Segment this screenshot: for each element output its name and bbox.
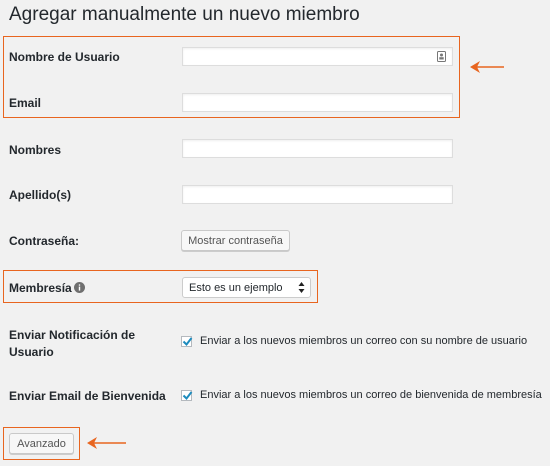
welcome-email-checkbox-label[interactable]: Enviar a los nuevos miembros un correo d… [200, 388, 542, 402]
welcome-email-checkbox[interactable] [181, 390, 193, 401]
select-arrows-icon [298, 282, 305, 293]
annotation-arrow-credentials [470, 61, 504, 73]
notify-user-label-line2: Usuario [9, 345, 54, 359]
contact-card-icon[interactable] [437, 51, 446, 62]
last-name-label: Apellido(s) [9, 188, 71, 202]
notify-user-checkbox-label[interactable]: Enviar a los nuevos miembros un correo c… [200, 334, 527, 348]
email-input[interactable] [182, 93, 453, 112]
membership-selected-value: Esto es un ejemplo [189, 281, 283, 294]
first-name-input[interactable] [182, 139, 453, 158]
notify-user-checkbox[interactable] [181, 336, 193, 347]
email-label: Email [9, 96, 42, 110]
last-name-input[interactable] [182, 185, 453, 204]
annotation-arrow-submit [87, 437, 126, 449]
welcome-email-label: Enviar Email de Bienvenida [9, 389, 166, 403]
membership-select[interactable]: Esto es un ejemplo [182, 277, 311, 298]
submit-button[interactable]: Avanzado [9, 433, 74, 454]
checkmark-icon [182, 391, 193, 401]
info-icon[interactable] [74, 282, 85, 293]
checkmark-icon [182, 337, 193, 347]
notify-user-label: Enviar Notificación de Usuario [9, 327, 135, 361]
page-title: Agregar manualmente un nuevo miembro [9, 4, 360, 25]
username-input[interactable] [182, 47, 453, 66]
password-label: Contraseña: [9, 234, 80, 248]
membership-label: Membresía [9, 281, 72, 295]
username-label: Nombre de Usuario [9, 50, 120, 64]
first-name-label: Nombres [9, 143, 62, 157]
notify-user-label-line1: Enviar Notificación de [9, 328, 136, 342]
show-password-button[interactable]: Mostrar contraseña [181, 230, 290, 251]
